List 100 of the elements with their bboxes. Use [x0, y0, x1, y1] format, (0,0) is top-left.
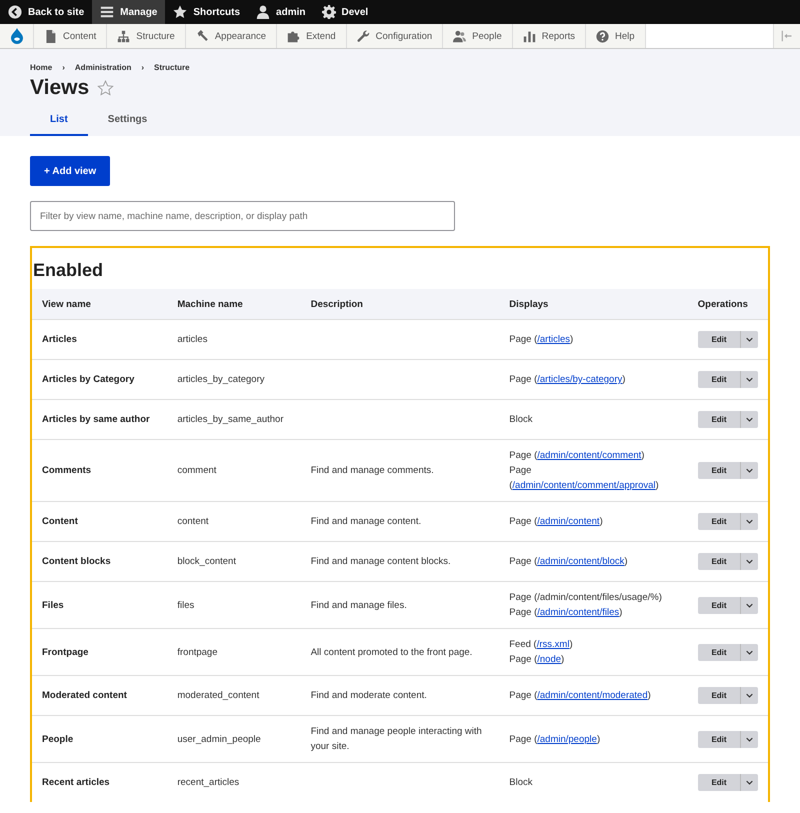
edit-button[interactable]: Edit [698, 644, 740, 660]
toolbar-tab[interactable]: Shortcuts [165, 0, 248, 24]
operations-toggle-button[interactable] [740, 687, 758, 704]
display-entry: Page (/admin/content/comment) [509, 449, 646, 463]
caret-icon [745, 778, 754, 787]
user-icon [256, 5, 270, 19]
edit-button[interactable]: Edit [698, 331, 740, 348]
menu-item[interactable]: Reports [512, 24, 586, 48]
edit-button[interactable]: Edit [698, 596, 740, 614]
view-description: Find and manage content blocks. [310, 556, 451, 567]
machine-name: block_content [177, 556, 236, 567]
star-icon [173, 5, 188, 19]
edit-button[interactable]: Edit [698, 513, 740, 530]
bar-chart-icon [522, 30, 536, 42]
edit-button[interactable]: Edit [698, 774, 740, 791]
view-name: Files [42, 600, 64, 610]
operations-toggle-button[interactable] [740, 411, 758, 428]
machine-name: moderated_content [177, 690, 260, 701]
menu-item[interactable]: Help [586, 24, 646, 48]
breadcrumb-link[interactable]: Administration [74, 63, 132, 72]
display-entry: Page (/admin/content/files/usage/%) [509, 591, 663, 605]
operations-toggle-button[interactable] [740, 331, 758, 348]
star-outline-icon[interactable] [97, 80, 114, 96]
operations-toggle-button[interactable] [740, 596, 758, 614]
view-description: Find and manage files. [310, 600, 407, 610]
help-icon [596, 30, 610, 42]
operations-toggle-button[interactable] [740, 553, 758, 570]
machine-name: content [177, 516, 209, 527]
display-path-link[interactable]: /admin/content/moderated [537, 690, 648, 701]
hammer-icon [196, 30, 209, 42]
toolbar-tab[interactable]: Back to site [0, 0, 92, 24]
menu-item[interactable]: Appearance [186, 24, 278, 48]
display-path-link[interactable]: /admin/content [537, 516, 600, 527]
display-entry: Block [509, 413, 534, 427]
view-description: Find and manage content. [310, 516, 422, 527]
menu-icon [100, 5, 114, 19]
menu-item[interactable]: People [443, 24, 513, 48]
display-entry: Page (/admin/content) [509, 515, 604, 529]
toolbar-tab[interactable]: admin [248, 0, 314, 24]
column-header: Operations [688, 289, 768, 320]
display-path-link[interactable]: /articles [537, 334, 570, 345]
display-path-link[interactable]: /articles/by-category [537, 374, 622, 385]
view-name: Articles by same author [42, 414, 150, 425]
column-header: Description [300, 289, 500, 320]
display-path-link[interactable]: /rss.xml [536, 639, 570, 650]
display-path-link[interactable]: /admin/content/files [537, 607, 620, 618]
view-name: Articles [42, 334, 77, 345]
display-entry: Page (/admin/content/files) [509, 606, 624, 620]
toolbar-tab[interactable]: Devel [314, 0, 376, 24]
breadcrumb-link[interactable]: Structure [154, 63, 190, 72]
edit-button[interactable]: Edit [698, 411, 740, 428]
edit-button[interactable]: Edit [698, 553, 740, 570]
add-view-button[interactable]: + Add view [30, 156, 110, 186]
display-entry: Page (/articles/by-category) [509, 373, 626, 387]
tab[interactable]: Settings [88, 114, 168, 136]
menu-item[interactable]: Configuration [346, 24, 444, 48]
menu-item[interactable]: Structure [107, 24, 186, 48]
display-entry: Block [509, 776, 534, 790]
view-name: Content blocks [42, 556, 111, 567]
edit-button[interactable]: Edit [698, 730, 740, 748]
document-icon [44, 30, 57, 42]
breadcrumb-link[interactable]: Home [30, 63, 52, 72]
filter-field[interactable]: Filter by view name, machine name, description, or display path [30, 201, 455, 231]
view-description: All content promoted to the front page. [310, 646, 472, 658]
operations-toggle-button[interactable] [740, 730, 758, 748]
display-path-link[interactable]: /node [537, 654, 562, 665]
hierarchy-icon [117, 30, 130, 42]
view-name: Comments [42, 465, 92, 476]
operations-toggle-button[interactable] [740, 371, 758, 388]
breadcrumb-separator: › [62, 63, 65, 72]
operations-toggle-button[interactable] [740, 774, 758, 791]
machine-name: articles_by_same_author [177, 414, 284, 425]
display-path-link[interactable]: /admin/people [537, 734, 597, 744]
view-name: People [42, 734, 74, 744]
machine-name: files [177, 600, 194, 610]
toolbar-tab[interactable]: Manage [92, 0, 166, 24]
operations-toggle-button[interactable] [740, 513, 758, 530]
caret-icon [745, 415, 754, 424]
view-name: Content [42, 516, 78, 527]
operations-toggle-button[interactable] [740, 462, 758, 479]
column-header: Machine name [167, 289, 301, 320]
puzzle-icon [287, 30, 300, 42]
menu-item[interactable]: Extend [277, 24, 347, 48]
operations-toggle-button[interactable] [740, 644, 758, 660]
display-path-link[interactable]: /admin/content/block [537, 556, 624, 567]
view-description: Find and moderate content. [310, 690, 427, 701]
machine-name: user_admin_people [177, 734, 261, 744]
menu-item[interactable]: Content [34, 24, 108, 48]
edit-button[interactable]: Edit [698, 462, 740, 479]
edit-button[interactable]: Edit [698, 687, 740, 704]
display-path-link[interactable]: /admin/content/comment/approval [512, 480, 656, 491]
caret-icon [745, 466, 754, 475]
display-entry: Page (/admin/content/comment/approval) [509, 464, 660, 493]
caret-icon [745, 517, 754, 526]
view-description: Find and manage comments. [310, 465, 434, 476]
edit-button[interactable]: Edit [698, 371, 740, 388]
display-path-link[interactable]: /admin/content/comment [537, 450, 642, 461]
machine-name: frontpage [177, 646, 218, 658]
tab[interactable]: List [30, 114, 88, 136]
view-name: Moderated content [42, 690, 127, 701]
